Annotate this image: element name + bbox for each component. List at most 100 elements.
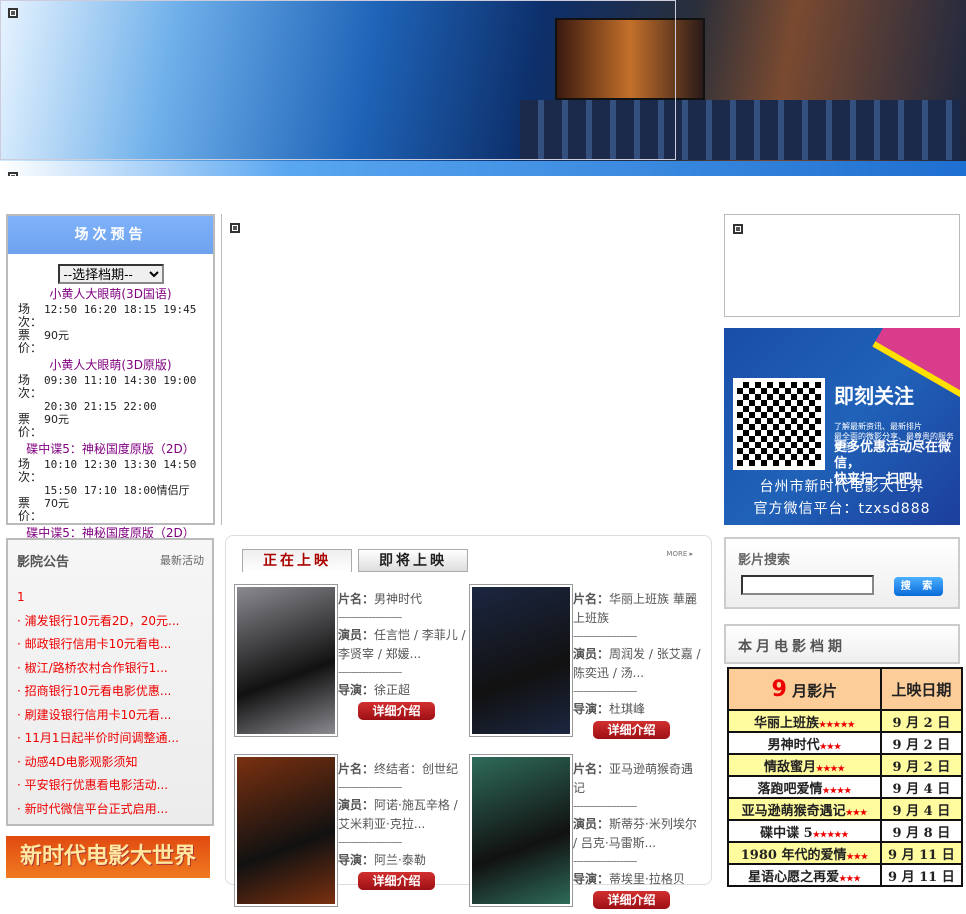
divider: ------------------- (338, 780, 402, 794)
schedule-row: 情敌蜜月★★★★ 9 月 2 日 (727, 753, 964, 777)
notice-item[interactable]: · 招商银行10元看电影优惠... (17, 680, 180, 704)
movie-name: 男神时代 (374, 592, 423, 606)
notice-item[interactable]: 1 (17, 586, 180, 610)
detail-button[interactable]: 详细介绍 (358, 872, 435, 890)
release-date: 9 月 11 日 (879, 863, 964, 887)
movie-info: 片名：男神时代 ------------------- 演员：任言恺 / 李菲儿… (338, 590, 466, 720)
showtime-row: 场次： 12:50 16:20 18:15 19:45 (8, 303, 213, 329)
notice-item[interactable]: · 11月1日起半价时间调整通... (17, 727, 180, 751)
price-row: 票价： 70元 (8, 497, 213, 523)
tab-coming-soon[interactable]: 即将上映 (358, 549, 468, 572)
wechat-ad[interactable]: 即刻关注 了解最新资讯、最新排片 最全面的微影分享、最尊贵的服务体验！ 更多优惠活… (724, 328, 960, 525)
wechat-account: 台州市新时代电影大世界 官方微信平台：tzxsd888 (724, 476, 960, 520)
showtime-row: 场次： 10:10 12:30 13:30 14:50 (8, 458, 213, 484)
showtimes: 20:30 21:15 22:00 (44, 400, 157, 413)
movie-director: 阿兰·泰勒 (374, 853, 426, 867)
director-label: 导演： (338, 853, 375, 867)
notice-item[interactable]: · 椒江/路桥农村合作银行1... (17, 657, 180, 681)
banner-frame (0, 0, 676, 160)
divider: ------------------- (573, 854, 637, 868)
showtimes: 09:30 11:10 14:30 19:00 (44, 374, 197, 387)
divider: ------------------- (573, 799, 637, 813)
movie-title: 碟中谍 5 (760, 825, 813, 841)
movie-title: 星语心愿之再爱 (748, 869, 840, 885)
movie-cell[interactable]: 亚马逊萌猴奇遇记★★★ (727, 797, 882, 821)
wechat-cta1: 更多优惠活动尽在微信， (834, 440, 952, 471)
showtimes: 10:10 12:30 13:30 14:50 (44, 458, 197, 471)
rating-stars: ★★★★★ (812, 828, 849, 839)
detail-button[interactable]: 详细介绍 (593, 891, 670, 909)
name-label: 片名： (573, 592, 610, 606)
cinema-ad-banner[interactable]: 新时代电影大世界 (6, 836, 210, 878)
showtime-label: 场次： (18, 373, 43, 400)
schedule-movie[interactable]: 小黄人大眼萌(3D国语) (8, 286, 213, 303)
latest-activities-link[interactable]: 最新活动 (160, 552, 204, 568)
movie-poster[interactable] (469, 754, 573, 907)
notice-item[interactable]: · 动感4D电影观影须知 (17, 751, 180, 775)
center-placeholder (221, 214, 712, 525)
price-label: 票价： (18, 496, 43, 523)
actor-label: 演员： (338, 628, 375, 642)
rating-stars: ★★★★★ (818, 718, 855, 729)
detail-button[interactable]: 详细介绍 (358, 702, 435, 720)
movie-title: 1980 年代的爱情 (740, 847, 847, 863)
notice-item[interactable]: · 浦发银行10元看2D，20元... (17, 610, 180, 634)
notice-item[interactable]: · 平安银行优惠看电影活动... (17, 774, 180, 798)
rating-stars: ★★★ (845, 806, 868, 817)
divider: ------------------- (338, 610, 402, 624)
movie-name: 终结者：创世纪 (374, 762, 459, 776)
movie-info: 片名：亚马逊萌猴奇遇记 ------------------- 演员：斯蒂芬·米… (573, 760, 701, 909)
release-date: 9 月 11 日 (879, 841, 964, 865)
showtime-row: 15:50 17:10 18:00情侣厅 (8, 484, 213, 497)
tab-now-showing[interactable]: 正在上映 (242, 549, 352, 572)
movie-cell[interactable]: 1980 年代的爱情★★★ (727, 841, 882, 865)
month-header: 9 月影片 (727, 667, 882, 711)
schedule-row: 1980 年代的爱情★★★ 9 月 11 日 (727, 841, 964, 865)
movie-director: 杜琪峰 (609, 702, 646, 716)
movie-cell[interactable]: 碟中谍 5★★★★★ (727, 819, 882, 843)
right-placeholder (724, 214, 960, 317)
movie-director: 蒂埃里·拉格贝 (609, 872, 685, 886)
schedule-row: 华丽上班族★★★★★ 9 月 2 日 (727, 709, 964, 733)
rating-stars: ★★★★ (816, 762, 845, 773)
movie-title: 落跑吧爱情 (757, 781, 823, 797)
price-label: 票价： (18, 412, 43, 439)
showtimes: 15:50 17:10 18:00情侣厅 (44, 484, 190, 497)
movie-poster[interactable] (234, 754, 338, 907)
movie-title: 亚马逊萌猴奇遇记 (741, 803, 846, 819)
notice-item[interactable]: · 刷建设银行信用卡10元看... (17, 704, 180, 728)
movie-cell[interactable]: 落跑吧爱情★★★★ (727, 775, 882, 799)
more-link[interactable]: MORE ▸ (666, 550, 693, 558)
director-label: 导演： (573, 702, 610, 716)
search-button[interactable]: 搜 索 (894, 577, 943, 596)
month-number: 9 (771, 676, 787, 702)
movie-cell[interactable]: 星语心愿之再爱★★★ (727, 863, 882, 887)
notice-item[interactable]: · 邮政银行信用卡10元看电... (17, 633, 180, 657)
movie-poster[interactable] (234, 584, 338, 737)
release-date: 9 月 2 日 (879, 709, 964, 733)
movie-cell[interactable]: 情敌蜜月★★★★ (727, 753, 882, 777)
search-panel: 影片搜索 搜 索 (724, 537, 960, 609)
broken-image-icon (230, 223, 240, 233)
detail-button[interactable]: 详细介绍 (593, 721, 670, 739)
broken-image-icon (8, 8, 18, 18)
notice-item[interactable]: · 新时代微信平台正式启用... (17, 798, 180, 822)
movie-poster[interactable] (469, 584, 573, 737)
movie-card: 片名：亚马逊萌猴奇遇记 ------------------- 演员：斯蒂芬·米… (469, 754, 704, 914)
header-banner (0, 0, 966, 176)
notice-panel: 影院公告 最新活动 1 · 浦发银行10元看2D，20元... · 邮政银行信用卡1… (6, 538, 214, 826)
schedule-movie[interactable]: 碟中谍5：神秘国度原版（2D） (8, 441, 213, 458)
search-input[interactable] (741, 575, 874, 595)
wechat-title: 即刻关注 (834, 384, 914, 408)
notice-title: 影院公告 (17, 555, 70, 570)
wechat-id: 官方微信平台：tzxsd888 (753, 501, 931, 517)
movie-cell[interactable]: 华丽上班族★★★★★ (727, 709, 882, 733)
movie-cell[interactable]: 男神时代★★★ (727, 731, 882, 755)
month-label: 月影片 (786, 681, 838, 700)
schedule-row: 碟中谍 5★★★★★ 9 月 8 日 (727, 819, 964, 843)
period-select[interactable]: --选择档期-- (57, 264, 164, 284)
rating-stars: ★★★ (846, 850, 868, 861)
release-date: 9 月 8 日 (879, 819, 964, 843)
schedule-movie[interactable]: 小黄人大眼萌(3D原版) (8, 357, 213, 374)
actor-label: 演员： (338, 798, 375, 812)
